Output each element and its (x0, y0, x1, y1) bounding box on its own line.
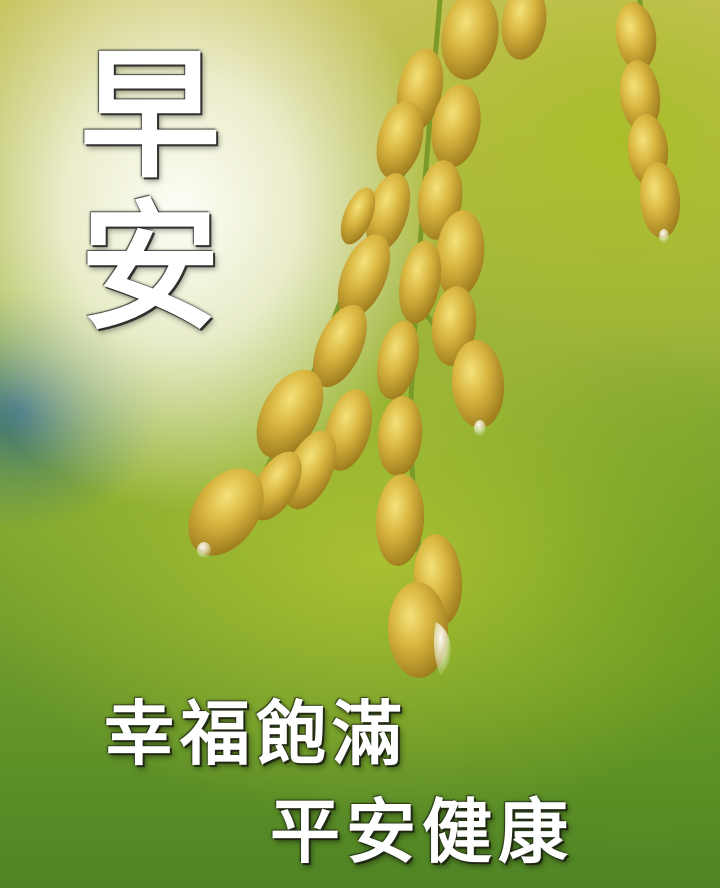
greeting-card: 早 安 幸福飽滿 平安健康 (0, 0, 720, 888)
grains-right (615, 2, 681, 243)
greeting-char-2: 安 (79, 186, 220, 350)
grains-lower (188, 430, 463, 678)
blessing-line-2: 平安健康 (270, 790, 574, 873)
greeting-char-1: 早 (79, 34, 220, 198)
grains-top (340, 0, 547, 251)
blessing-line-1: 幸福飽滿 (104, 692, 408, 775)
greeting-title: 早 安 (70, 40, 230, 344)
grains-middle (256, 210, 505, 476)
